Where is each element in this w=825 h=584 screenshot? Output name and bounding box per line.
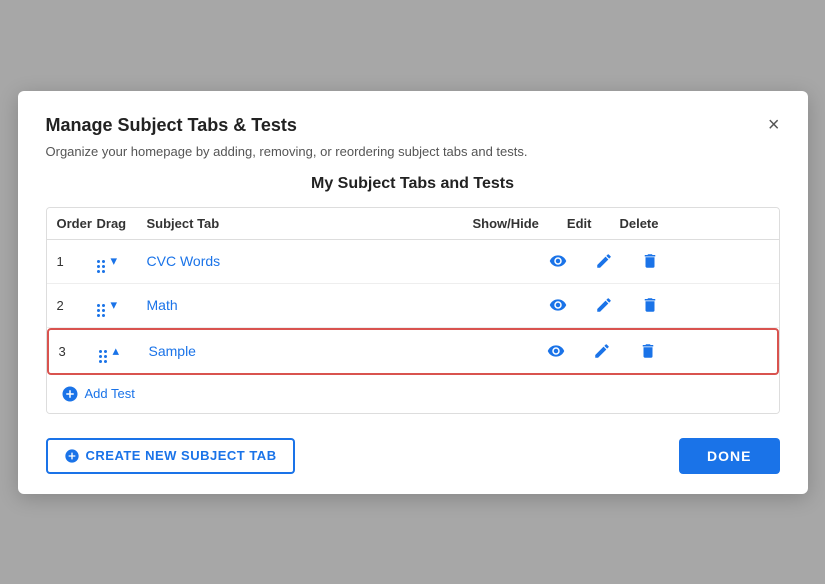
delete-button-1[interactable] xyxy=(641,252,659,270)
modal-footer: CREATE NEW SUBJECT TAB DONE xyxy=(46,438,780,474)
done-button[interactable]: DONE xyxy=(679,438,779,474)
show-hide-button-2[interactable] xyxy=(549,296,567,314)
col-order: Order xyxy=(57,216,97,231)
create-subject-tab-button[interactable]: CREATE NEW SUBJECT TAB xyxy=(46,438,295,474)
modal-title: Manage Subject Tabs & Tests xyxy=(46,115,297,136)
col-show-hide: Show/Hide xyxy=(472,216,538,231)
drag-chevron-1: ▾ xyxy=(97,250,147,273)
edit-button-1[interactable] xyxy=(595,252,613,270)
show-hide-button-1[interactable] xyxy=(549,252,567,270)
col-edit: Edit xyxy=(567,216,592,231)
add-test-button[interactable]: Add Test xyxy=(61,385,135,403)
show-hide-button-3[interactable] xyxy=(547,342,565,360)
row-label-2: Math xyxy=(147,297,579,313)
drag-chevron-3: ▴ xyxy=(99,340,149,363)
row-actions-2 xyxy=(579,296,659,314)
add-test-row: Add Test xyxy=(47,375,779,413)
row-actions-1 xyxy=(579,252,659,270)
drag-handle-3[interactable] xyxy=(99,340,107,363)
modal-overlay: Manage Subject Tabs & Tests × Organize y… xyxy=(0,0,825,584)
drag-handle-1[interactable] xyxy=(97,250,105,273)
table-row: 2 ▾ Math xyxy=(47,284,779,328)
table-row: 1 ▾ CVC Words xyxy=(47,240,779,284)
add-test-label: Add Test xyxy=(85,386,135,401)
modal-subtitle: Organize your homepage by adding, removi… xyxy=(46,144,780,159)
row-order-3: 3 xyxy=(59,344,99,359)
row-order-2: 2 xyxy=(57,298,97,313)
section-title: My Subject Tabs and Tests xyxy=(46,175,780,193)
col-actions: Show/Hide Edit Delete xyxy=(579,216,659,231)
row-actions-3 xyxy=(577,342,657,360)
table-header: Order Drag Subject Tab Show/Hide Edit De… xyxy=(47,208,779,240)
chevron-button-2[interactable]: ▾ xyxy=(107,297,122,313)
chevron-button-3[interactable]: ▴ xyxy=(109,343,124,359)
modal-header: Manage Subject Tabs & Tests × xyxy=(46,115,780,136)
col-delete: Delete xyxy=(619,216,658,231)
row-order-1: 1 xyxy=(57,254,97,269)
chevron-button-1[interactable]: ▾ xyxy=(107,253,122,269)
edit-button-2[interactable] xyxy=(595,296,613,314)
drag-handle-2[interactable] xyxy=(97,294,105,317)
close-button[interactable]: × xyxy=(768,115,780,135)
drag-chevron-2: ▾ xyxy=(97,294,147,317)
col-drag: Drag xyxy=(97,216,147,231)
edit-button-3[interactable] xyxy=(593,342,611,360)
table-row-highlighted: 3 ▴ Sample xyxy=(47,328,779,375)
delete-button-2[interactable] xyxy=(641,296,659,314)
modal: Manage Subject Tabs & Tests × Organize y… xyxy=(18,91,808,494)
subject-table: Order Drag Subject Tab Show/Hide Edit De… xyxy=(46,207,780,414)
delete-button-3[interactable] xyxy=(639,342,657,360)
row-label-3: Sample xyxy=(149,343,577,359)
create-tab-label: CREATE NEW SUBJECT TAB xyxy=(86,448,277,463)
row-label-1: CVC Words xyxy=(147,253,579,269)
